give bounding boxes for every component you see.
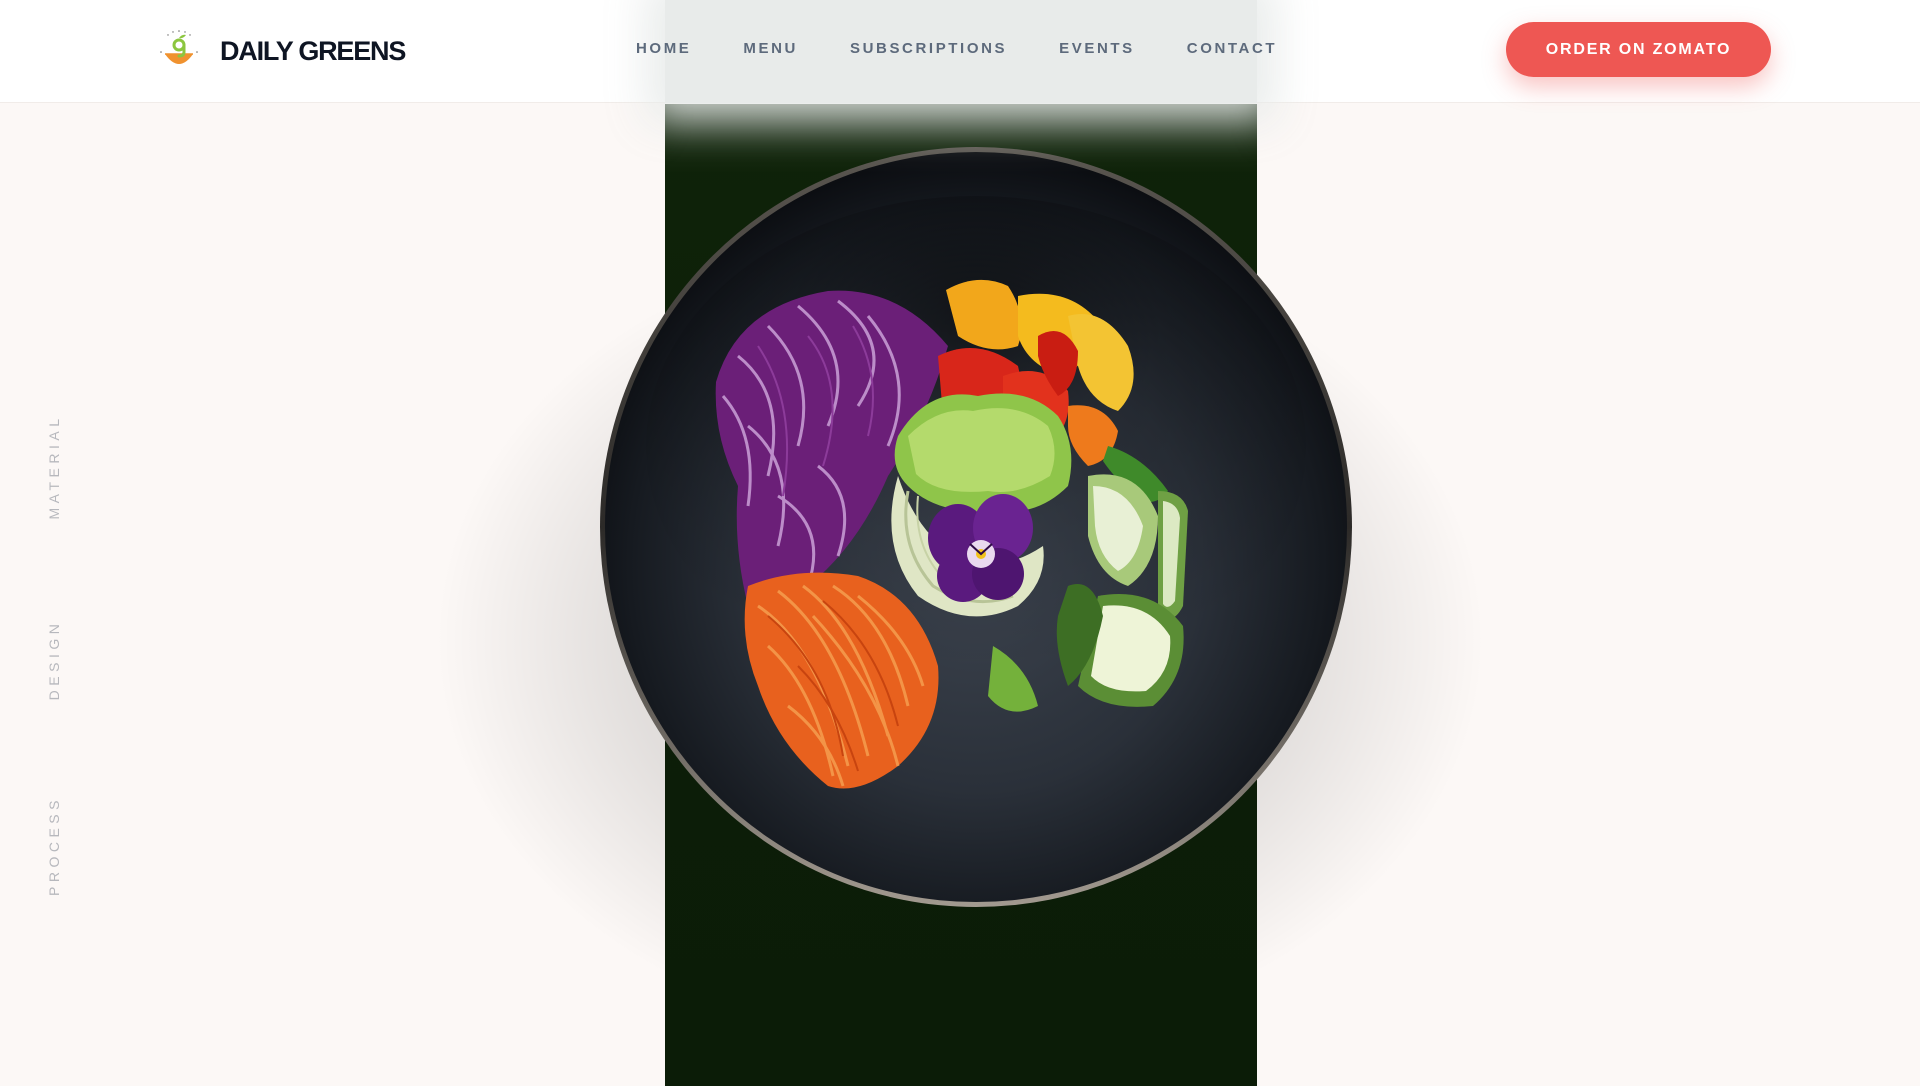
main-nav: HOME MENU SUBSCRIPTIONS EVENTS CONTACT: [636, 40, 1277, 57]
nav-contact[interactable]: CONTACT: [1187, 40, 1277, 57]
brand-name: DAILY GREENS: [220, 35, 406, 66]
brand-link[interactable]: DAILY GREENS: [156, 28, 406, 74]
nav-menu[interactable]: MENU: [743, 40, 798, 57]
site-header: DAILY GREENS HOME MENU SUBSCRIPTIONS EVE…: [0, 0, 1920, 103]
side-label-design[interactable]: DESIGN: [46, 620, 62, 701]
nav-events[interactable]: EVENTS: [1059, 40, 1135, 57]
nav-subscriptions[interactable]: SUBSCRIPTIONS: [850, 40, 1007, 57]
bowl-sprout-icon: [156, 28, 202, 74]
order-on-zomato-button[interactable]: ORDER ON ZOMATO: [1506, 22, 1771, 77]
salad-bowl-photo: [598, 146, 1354, 908]
side-label-material[interactable]: MATERIAL: [46, 415, 62, 520]
nav-home[interactable]: HOME: [636, 40, 691, 57]
side-label-process[interactable]: PROCESS: [46, 796, 62, 896]
